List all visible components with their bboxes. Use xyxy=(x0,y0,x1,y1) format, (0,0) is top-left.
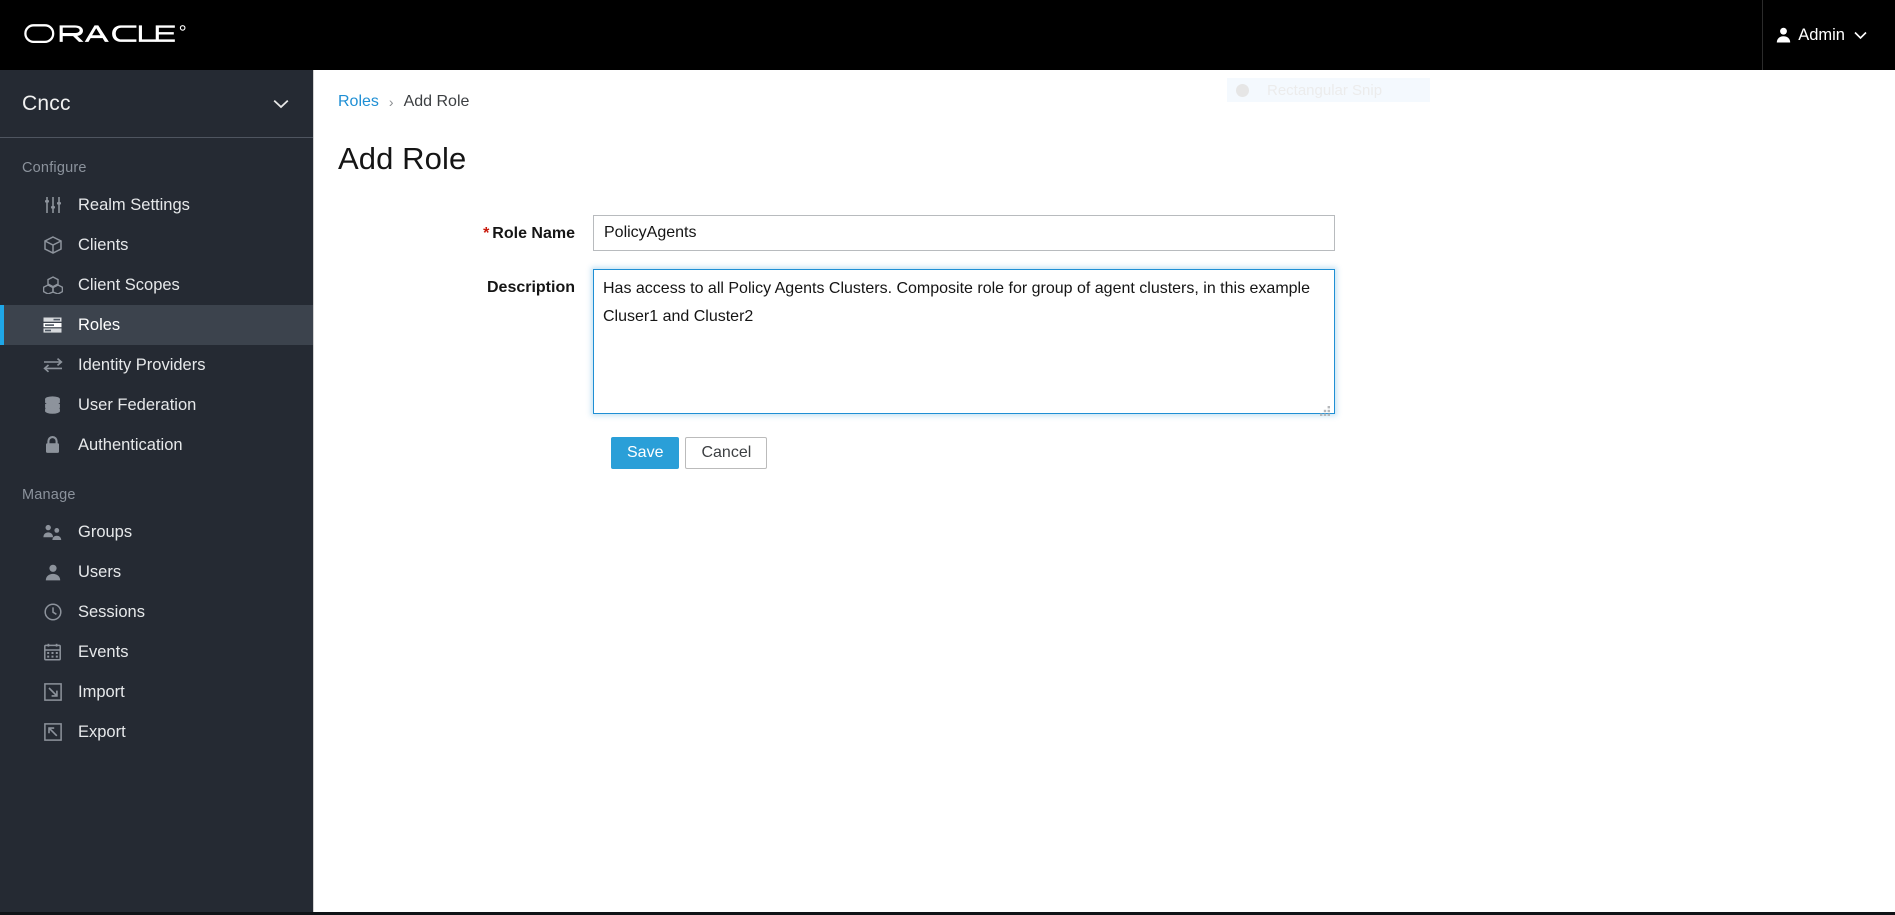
chevron-down-icon xyxy=(273,99,289,109)
breadcrumb-current: Add Role xyxy=(403,93,470,110)
sidebar-item-label: Authentication xyxy=(78,435,183,454)
sidebar-item-clients[interactable]: Clients xyxy=(0,225,313,265)
page-title: Add Role xyxy=(338,141,467,176)
user-icon xyxy=(1776,27,1791,43)
sidebar-item-roles[interactable]: Roles xyxy=(0,305,313,345)
sidebar-item-sessions[interactable]: Sessions xyxy=(0,592,313,632)
breadcrumb-separator: › xyxy=(388,94,394,110)
description-wrapper xyxy=(593,269,1335,419)
nav-section-title-configure: Configure xyxy=(22,160,87,176)
masthead: Admin xyxy=(0,0,1895,70)
realm-selector[interactable]: Cncc xyxy=(0,70,313,138)
role-name-row: * Role Name xyxy=(315,215,1895,251)
required-marker: * xyxy=(483,225,490,242)
nav-section-title-manage: Manage xyxy=(22,487,76,503)
nav-list-manage: Groups Users Sessions Events Import Expo… xyxy=(0,512,313,752)
calendar-icon xyxy=(42,642,63,663)
role-name-label: * Role Name xyxy=(315,215,593,243)
main-content: Roles › Add Role Add Role *Role Name Des… xyxy=(315,70,1895,915)
list-rows-icon xyxy=(42,315,63,336)
sliders-icon xyxy=(42,195,63,216)
sidebar-item-import[interactable]: Import xyxy=(0,672,313,712)
chevron-down-icon xyxy=(1854,31,1867,40)
lock-icon xyxy=(42,435,63,456)
sidebar-item-label: Realm Settings xyxy=(78,195,190,214)
breadcrumb-link-roles[interactable]: Roles xyxy=(338,93,379,111)
sidebar-item-groups[interactable]: Groups xyxy=(0,512,313,552)
form-actions: Save Cancel xyxy=(593,437,1895,469)
oracle-logo[interactable] xyxy=(24,14,194,54)
admin-user-menu[interactable]: Admin xyxy=(1770,0,1873,70)
sidebar-item-user-federation[interactable]: User Federation xyxy=(0,385,313,425)
sidebar-item-authentication[interactable]: Authentication xyxy=(0,425,313,465)
sidebar-item-events[interactable]: Events xyxy=(0,632,313,672)
users-group-icon xyxy=(42,522,63,543)
role-name-label-text: Role Name xyxy=(492,225,575,242)
sidebar-item-identity-providers[interactable]: Identity Providers xyxy=(0,345,313,385)
clock-icon xyxy=(42,602,63,623)
cube-icon xyxy=(42,235,63,256)
description-label: Description xyxy=(486,279,575,296)
realm-name: Cncc xyxy=(22,91,71,115)
sidebar-item-users[interactable]: Users xyxy=(0,552,313,592)
sidebar-item-export[interactable]: Export xyxy=(0,712,313,752)
add-role-form: *Role Name Description xyxy=(315,177,1895,469)
cancel-button[interactable]: Cancel xyxy=(685,437,768,469)
sidebar-item-label: Identity Providers xyxy=(78,355,206,374)
export-arrow-icon xyxy=(42,722,63,743)
admin-user-label: Admin xyxy=(1798,25,1845,44)
admin-console-page: Admin Cncc Configure Realm Settings Clie… xyxy=(0,0,1895,915)
description-textarea[interactable] xyxy=(593,269,1335,414)
sidebar-item-realm-settings[interactable]: Realm Settings xyxy=(0,185,313,225)
exchange-arrows-icon xyxy=(42,355,63,376)
description-row: Description xyxy=(315,269,1895,419)
breadcrumb: Roles › Add Role xyxy=(315,70,1895,111)
save-button[interactable]: Save xyxy=(611,437,680,469)
sidebar: Cncc Configure Realm Settings Clients Cl… xyxy=(0,70,314,915)
masthead-divider xyxy=(1762,0,1763,70)
database-icon xyxy=(42,395,63,416)
cubes-icon xyxy=(42,275,63,296)
sidebar-item-label: User Federation xyxy=(78,395,197,414)
role-name-input[interactable] xyxy=(593,215,1335,251)
import-arrow-icon xyxy=(42,682,63,703)
nav-list-configure: Realm Settings Clients Client Scopes Rol… xyxy=(0,185,313,465)
user-icon xyxy=(42,562,63,583)
sidebar-item-client-scopes[interactable]: Client Scopes xyxy=(0,265,313,305)
